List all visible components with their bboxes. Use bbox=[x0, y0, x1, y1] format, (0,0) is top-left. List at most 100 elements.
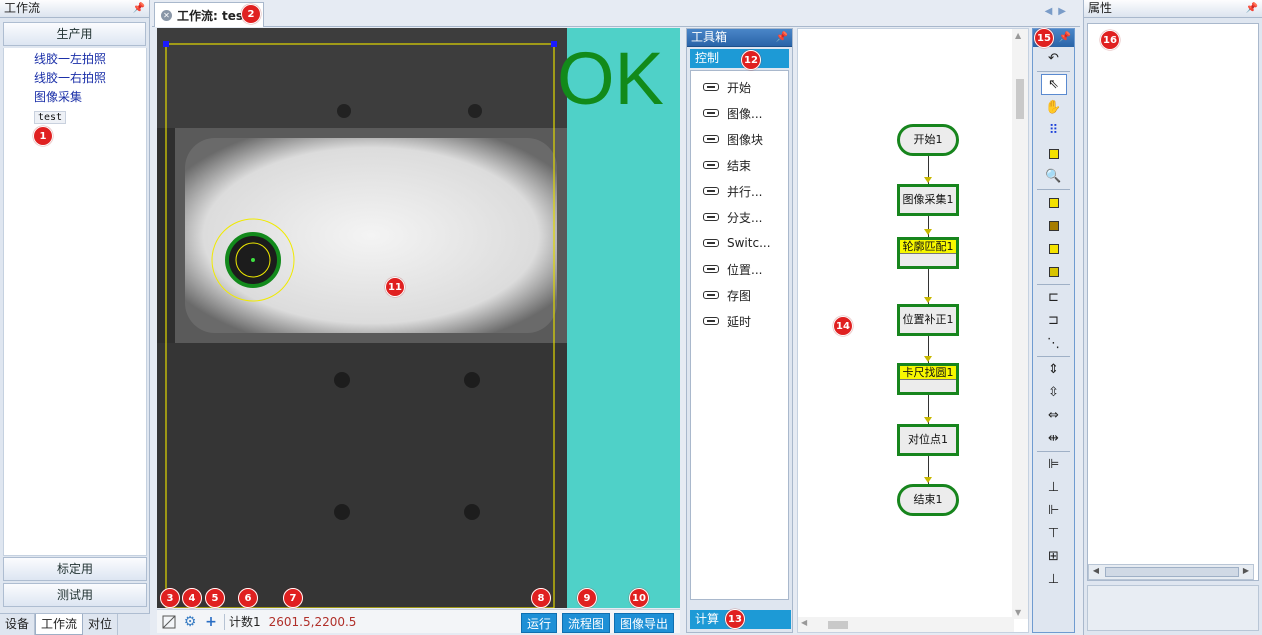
badge-11: 11 bbox=[385, 277, 405, 297]
category-control[interactable]: 控制 bbox=[690, 49, 789, 68]
tab-alignment[interactable]: 对位 bbox=[83, 614, 119, 635]
grid-icon[interactable]: ⠿ bbox=[1041, 120, 1067, 141]
same-height-alt-icon[interactable]: ⇳ bbox=[1041, 382, 1067, 403]
branch-tool-icon bbox=[703, 213, 719, 221]
workflow-item-test[interactable]: test bbox=[4, 107, 146, 126]
pin-icon[interactable]: 📌 bbox=[133, 0, 145, 17]
badge-14: 14 bbox=[833, 316, 853, 336]
same-height-icon[interactable]: ⇕ bbox=[1041, 359, 1067, 380]
flow-editor-toolbar: 📌 ↶ ⇖ ✋ ⠿ 🔍 ⊏ ⊐ ⋱ ⇕ ⇳ ⇔ ⇹ ⊫ ⊥ ⊩ ⊤ ⊞ ⊥ bbox=[1032, 28, 1075, 633]
group-test-button[interactable]: 测试用 bbox=[3, 583, 147, 607]
align-middle-icon[interactable]: ⊞ bbox=[1041, 546, 1067, 567]
pin-icon[interactable]: 📌 bbox=[1246, 0, 1258, 17]
connector-step-icon[interactable]: ⊐ bbox=[1041, 310, 1067, 331]
flowchart-button[interactable]: 流程图 bbox=[562, 613, 610, 633]
align-top-icon[interactable]: ⊤ bbox=[1041, 523, 1067, 544]
tool-parallel[interactable]: 并行... bbox=[691, 178, 788, 204]
tool-label: 位置... bbox=[727, 262, 763, 277]
flow-vertical-scrollbar[interactable]: ▲ ▼ bbox=[1012, 29, 1028, 619]
group-calibration-button[interactable]: 标定用 bbox=[3, 557, 147, 581]
camera-image[interactable] bbox=[157, 28, 567, 608]
flow-node-image-capture[interactable]: 图像采集1 bbox=[897, 184, 959, 216]
tool-label: 分支... bbox=[727, 210, 763, 225]
crosshair-icon[interactable]: + bbox=[202, 613, 220, 631]
send-back-icon[interactable] bbox=[1041, 215, 1067, 236]
tab-workflow[interactable]: 工作流 bbox=[35, 614, 84, 635]
image-view[interactable]: OK bbox=[157, 28, 680, 608]
properties-horizontal-scrollbar[interactable]: ◀ ▶ bbox=[1088, 564, 1254, 580]
group-production-button[interactable]: 生产用 bbox=[3, 22, 146, 46]
scroll-left-icon[interactable]: ◀ bbox=[1090, 566, 1102, 578]
scroll-thumb[interactable] bbox=[1016, 79, 1024, 119]
same-size-icon[interactable]: ⇹ bbox=[1041, 428, 1067, 449]
badge-13: 13 bbox=[725, 609, 745, 629]
settings-gear-icon[interactable]: ⚙ bbox=[181, 613, 199, 631]
select-area-icon[interactable] bbox=[1041, 143, 1067, 164]
workflow-item-test-label: test bbox=[34, 111, 67, 124]
flow-node-caliper-circle[interactable]: 卡尺找圆1 bbox=[897, 363, 959, 395]
result-ok-text: OK bbox=[557, 37, 664, 120]
badge-1: 1 bbox=[33, 126, 53, 146]
connector-diagonal-icon[interactable]: ⋱ bbox=[1041, 333, 1067, 354]
workflow-item-right-photo[interactable]: 线胶一右拍照 bbox=[4, 69, 146, 88]
pointer-icon[interactable]: ⇖ bbox=[1040, 74, 1067, 95]
flow-node-label: 轮廓匹配1 bbox=[900, 240, 956, 253]
pan-hand-icon[interactable]: ✋ bbox=[1041, 97, 1067, 118]
zoom-icon[interactable]: 🔍 bbox=[1041, 166, 1067, 187]
tool-start[interactable]: 开始 bbox=[691, 74, 788, 100]
align-left-icon[interactable]: ⊫ bbox=[1041, 454, 1067, 475]
left-tab-bar: 设备 工作流 对位 bbox=[0, 613, 150, 635]
tab-device[interactable]: 设备 bbox=[0, 614, 36, 635]
tool-image[interactable]: 图像... bbox=[691, 100, 788, 126]
flow-node-alignment-point[interactable]: 对位点1 bbox=[897, 424, 959, 456]
export-image-button[interactable]: 图像导出 bbox=[614, 613, 674, 633]
tool-delay[interactable]: 延时 bbox=[691, 308, 788, 334]
bring-front-icon[interactable] bbox=[1041, 192, 1067, 213]
document-tab-bar: ✕ 工作流: test ◀▶ bbox=[152, 0, 1080, 27]
tool-position[interactable]: 位置... bbox=[691, 256, 788, 282]
workflow-item-left-photo[interactable]: 线胶一左拍照 bbox=[4, 50, 146, 69]
badge-12: 12 bbox=[741, 50, 761, 70]
workflow-item-image-capture[interactable]: 图像采集 bbox=[4, 88, 146, 107]
tool-save-image[interactable]: 存图 bbox=[691, 282, 788, 308]
fit-image-icon[interactable] bbox=[160, 613, 178, 631]
tool-switch[interactable]: Switc... bbox=[691, 230, 788, 256]
tool-label: 图像... bbox=[727, 106, 763, 121]
scroll-right-icon[interactable]: ▶ bbox=[1240, 566, 1252, 578]
scroll-thumb[interactable] bbox=[828, 621, 848, 629]
scroll-down-icon[interactable]: ▼ bbox=[1015, 608, 1021, 617]
document-tab-title: 工作流: test bbox=[177, 8, 249, 23]
align-center-icon[interactable]: ⊥ bbox=[1041, 477, 1067, 498]
scroll-thumb[interactable] bbox=[1105, 567, 1239, 577]
properties-grid[interactable] bbox=[1087, 23, 1259, 581]
tool-label: 存图 bbox=[727, 288, 752, 303]
undo-icon[interactable]: ↶ bbox=[1041, 48, 1067, 69]
flow-node-position-correction[interactable]: 位置补正1 bbox=[897, 304, 959, 336]
tab-scroll-arrows[interactable]: ◀▶ bbox=[1045, 6, 1072, 17]
align-right-icon[interactable]: ⊩ bbox=[1041, 500, 1067, 521]
connector-elbow-icon[interactable]: ⊏ bbox=[1041, 287, 1067, 308]
scroll-up-icon[interactable]: ▲ bbox=[1015, 31, 1021, 40]
tool-branch[interactable]: 分支... bbox=[691, 204, 788, 230]
align-bottom-icon[interactable]: ⊥ bbox=[1041, 569, 1067, 590]
bring-forward-icon[interactable] bbox=[1041, 238, 1067, 259]
pin-icon[interactable]: 📌 bbox=[776, 29, 788, 46]
flow-node-end[interactable]: 结束1 bbox=[897, 484, 959, 516]
scroll-left-icon[interactable]: ◀ bbox=[801, 618, 807, 627]
flowchart-canvas[interactable]: 开始1 图像采集1 轮廓匹配1 位置补正1 卡尺找圆1 对位点1 结束1 ▲ ▼… bbox=[797, 28, 1029, 633]
flow-node-contour-match[interactable]: 轮廓匹配1 bbox=[897, 237, 959, 269]
flow-arrow-icon bbox=[924, 356, 932, 362]
flow-arrow-icon bbox=[924, 477, 932, 483]
tool-end[interactable]: 结束 bbox=[691, 152, 788, 178]
tool-list: 开始 图像... 图像块 结束 并行... 分支... Switc... 位置.… bbox=[690, 70, 789, 600]
same-width-icon[interactable]: ⇔ bbox=[1041, 405, 1067, 426]
flow-horizontal-scrollbar[interactable]: ◀ bbox=[798, 617, 1014, 632]
send-backward-icon[interactable] bbox=[1041, 261, 1067, 282]
badge-16: 16 bbox=[1100, 30, 1120, 50]
workflow-list: 线胶一左拍照 线胶一右拍照 图像采集 test bbox=[3, 48, 147, 556]
tool-image-block[interactable]: 图像块 bbox=[691, 126, 788, 152]
run-button[interactable]: 运行 bbox=[521, 613, 557, 633]
counter-label: 计数1 bbox=[229, 615, 261, 629]
flow-node-start[interactable]: 开始1 bbox=[897, 124, 959, 156]
close-icon[interactable]: ✕ bbox=[161, 9, 172, 21]
